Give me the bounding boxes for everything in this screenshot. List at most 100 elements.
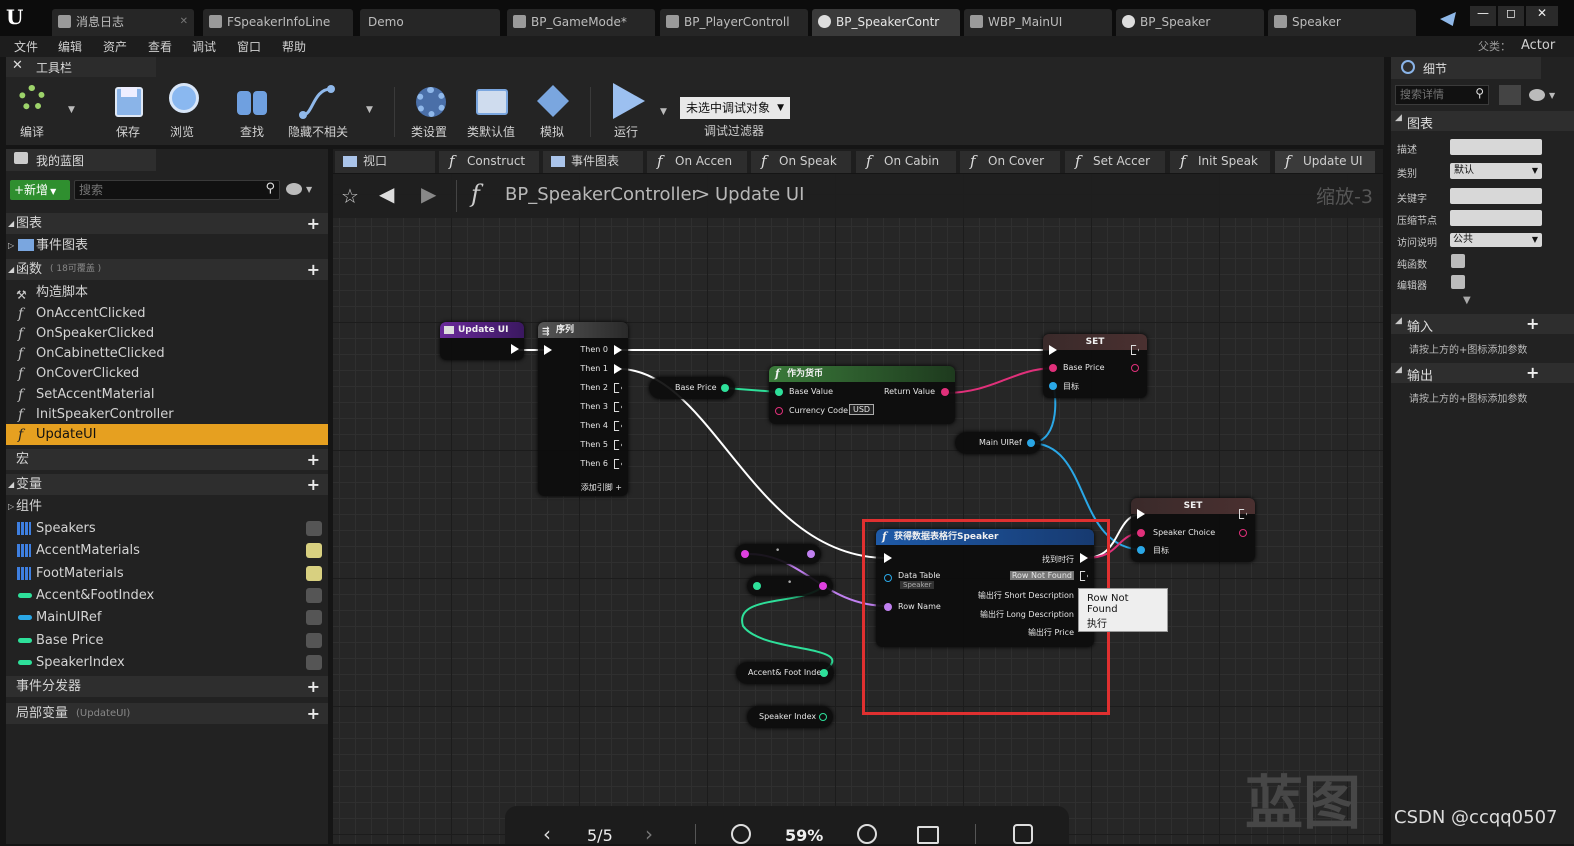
base-price-getter-node[interactable]: Base Price <box>649 377 735 399</box>
currency-code-select[interactable]: USD <box>849 404 875 415</box>
tab-speaker[interactable]: Speaker <box>1268 9 1416 36</box>
menu-debug[interactable]: 调试 <box>192 38 216 55</box>
tab-event-graph[interactable]: 事件图表 <box>543 151 643 173</box>
view-options-eye-icon[interactable] <box>1529 89 1545 101</box>
name-reroute-node[interactable]: • <box>735 544 821 564</box>
row-not-found-exec-pin[interactable] <box>1080 571 1088 581</box>
hide-unrelated-button[interactable]: 隐藏不相关 <box>286 83 350 141</box>
visibility-eye-icon[interactable] <box>306 588 322 603</box>
tab-on-accent[interactable]: f On Accen <box>647 151 747 173</box>
exec-in-pin[interactable] <box>544 345 552 355</box>
exec-out-pin[interactable] <box>614 383 622 393</box>
sidebar-item-function[interactable]: f InitSpeakerController <box>6 404 328 425</box>
debug-object-select[interactable]: 未选中调试对象 ▼ <box>680 97 790 119</box>
float-out-pin[interactable] <box>721 384 729 392</box>
sidebar-item-function-selected[interactable]: f UpdateUI <box>6 424 328 445</box>
exec-out-pin[interactable] <box>614 402 622 412</box>
int-in-pin[interactable] <box>753 582 761 590</box>
tab-construct[interactable]: f Construct <box>439 151 539 173</box>
add-variable-button[interactable]: + <box>307 474 320 495</box>
exec-out-pin[interactable] <box>614 364 622 374</box>
set-base-price-node[interactable]: SET Base Price 目标 <box>1043 334 1147 398</box>
play-button[interactable]: 运行 <box>596 83 656 141</box>
sidebar-item-variable[interactable]: FootMaterials <box>6 563 328 584</box>
sidebar-item-function[interactable]: f OnCoverClicked <box>6 363 328 384</box>
next-arrow-icon[interactable]: › <box>645 822 653 846</box>
access-specifier-select[interactable]: 公共 ▼ <box>1450 233 1542 247</box>
sequence-node[interactable]: ⇶ 序列 Then 0 Then 1 Then 2 Then 3 Then 4 T… <box>538 322 628 496</box>
sidebar-item-function[interactable]: f OnSpeakerClicked <box>6 323 328 344</box>
visibility-eye-icon[interactable] <box>306 566 322 581</box>
tab-bp-speakercontroller[interactable]: BP_SpeakerContr <box>812 9 960 36</box>
sidebar-item-variable[interactable]: Accent&FootIndex <box>6 585 328 606</box>
zoom-in-icon[interactable] <box>857 824 877 844</box>
text-in-pin[interactable] <box>1049 364 1057 372</box>
property-matrix-icon[interactable] <box>1499 85 1521 105</box>
exec-out-pin[interactable] <box>614 440 622 450</box>
add-macro-button[interactable]: + <box>307 449 320 470</box>
compact-node-input[interactable] <box>1450 210 1542 226</box>
close-icon[interactable]: ✕ <box>180 9 188 35</box>
maximize-button[interactable]: ◻ <box>1498 6 1524 26</box>
menu-view[interactable]: 查看 <box>148 38 172 55</box>
call-in-editor-checkbox[interactable] <box>1451 275 1465 289</box>
add-graph-button[interactable]: + <box>307 213 320 234</box>
zoom-out-icon[interactable] <box>731 824 751 844</box>
sidebar-item-function[interactable]: f OnCabinetteClicked <box>6 343 328 364</box>
add-new-button[interactable]: +新增 ▼ <box>10 180 70 200</box>
view-options-arrow[interactable]: ▼ <box>306 185 312 194</box>
tab-on-cover[interactable]: f On Cover <box>960 151 1060 173</box>
section-event-dispatchers[interactable]: 事件分发器 + <box>6 676 328 697</box>
expand-advanced-icon[interactable]: ▼ <box>1463 295 1471 306</box>
details-tab[interactable]: 细节 <box>1391 57 1541 79</box>
tab-bp-gamemode[interactable]: BP_GameMode* <box>507 9 655 36</box>
add-function-button[interactable]: + <box>307 259 320 280</box>
tab-on-cabin[interactable]: f On Cabin <box>856 151 956 173</box>
find-button[interactable]: 查找 <box>222 83 282 141</box>
graph-section-header[interactable]: ◢ 图表 <box>1391 111 1574 132</box>
row-found-exec-pin[interactable] <box>1080 553 1088 563</box>
sidebar-item-variable[interactable]: AccentMaterials <box>6 540 328 561</box>
set-speaker-choice-node[interactable]: SET Speaker Choice 目标 <box>1131 498 1255 562</box>
close-button[interactable]: ✕ <box>1526 6 1558 26</box>
search-field[interactable] <box>79 182 259 198</box>
inputs-section-header[interactable]: ◢ 输入 + <box>1391 314 1574 335</box>
tab-demo[interactable]: Demo <box>360 9 500 36</box>
add-input-button[interactable]: + <box>1526 314 1539 333</box>
keywords-input[interactable] <box>1450 188 1542 204</box>
rotate-icon[interactable] <box>1013 824 1033 844</box>
save-button[interactable]: 保存 <box>98 83 158 141</box>
name-in-pin[interactable] <box>741 550 749 558</box>
exec-in-pin[interactable] <box>884 553 892 563</box>
fit-view-icon[interactable] <box>917 826 939 844</box>
view-options-arrow[interactable]: ▼ <box>1549 91 1555 100</box>
compile-options-arrow[interactable]: ▼ <box>68 105 75 115</box>
blueprint-search-input[interactable]: ⚲ <box>74 180 280 200</box>
section-local-variables[interactable]: 局部变量 (UpdateUI) + <box>6 703 328 724</box>
view-options-eye-icon[interactable] <box>286 183 302 195</box>
minimize-button[interactable]: — <box>1470 6 1496 26</box>
tab-bp-speaker[interactable]: BP_Speaker <box>1116 9 1264 36</box>
details-search-input[interactable]: ⚲ <box>1395 85 1489 105</box>
sidebar-item-function[interactable]: f SetAccentMaterial <box>6 384 328 405</box>
menu-file[interactable]: 文件 <box>14 38 38 55</box>
tab-update-ui[interactable]: f Update UI <box>1275 151 1375 173</box>
tab-bp-playercontroller[interactable]: BP_PlayerControll <box>660 9 808 36</box>
data-table-select[interactable]: Speaker <box>900 581 935 589</box>
visibility-eye-icon[interactable] <box>306 543 322 558</box>
class-settings-button[interactable]: 类设置 <box>399 83 459 141</box>
add-pin-button[interactable]: 添加引脚 + <box>581 482 622 493</box>
blueprint-graph-canvas[interactable]: ☆ ◀ ▶ f BP_SpeakerController > Update UI… <box>333 174 1383 844</box>
exec-in-pin[interactable] <box>1137 509 1145 519</box>
simulate-button[interactable]: 模拟 <box>522 83 582 141</box>
sidebar-item-function[interactable]: f OnAccentClicked <box>6 303 328 324</box>
details-search-field[interactable] <box>1400 87 1470 103</box>
visibility-eye-icon[interactable] <box>306 655 322 670</box>
class-defaults-button[interactable]: 类默认值 <box>461 83 521 141</box>
outputs-section-header[interactable]: ◢ 输出 + <box>1391 363 1574 384</box>
menu-window[interactable]: 窗口 <box>237 38 261 55</box>
menu-help[interactable]: 帮助 <box>282 38 306 55</box>
struct-out-pin[interactable] <box>1239 529 1247 537</box>
menu-asset[interactable]: 资产 <box>103 38 127 55</box>
accent-foot-index-getter-node[interactable]: Accent& Foot Index <box>736 662 834 684</box>
